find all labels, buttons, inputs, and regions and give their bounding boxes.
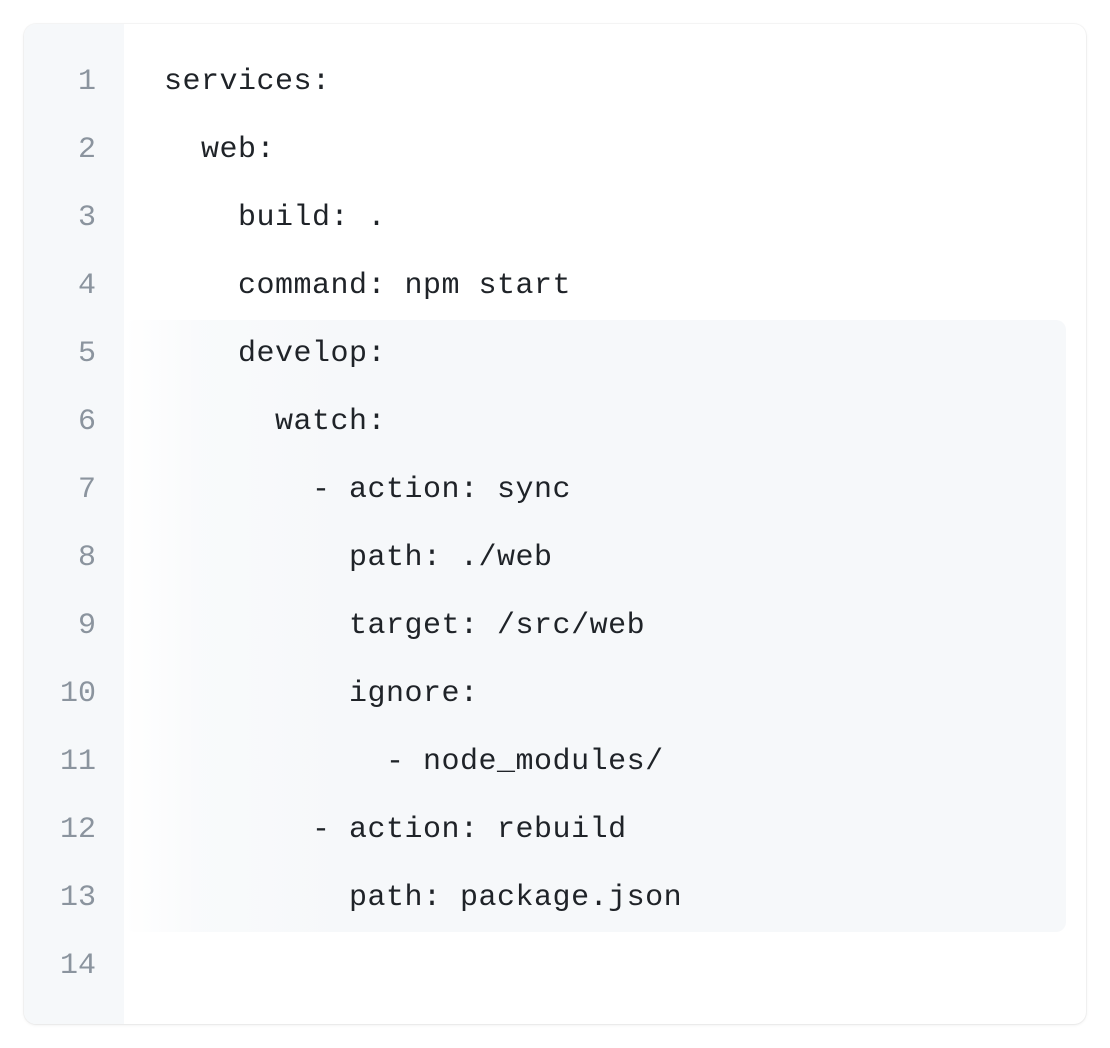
code-line: develop: [164, 320, 1066, 388]
code-line: watch: [164, 388, 1066, 456]
line-number: 13 [24, 864, 124, 932]
line-number: 5 [24, 320, 124, 388]
code-line [164, 932, 1066, 1000]
code-content: services: web: build: . command: npm sta… [164, 48, 1066, 1000]
line-number: 6 [24, 388, 124, 456]
line-number: 4 [24, 252, 124, 320]
line-number: 1 [24, 48, 124, 116]
code-line: build: . [164, 184, 1066, 252]
line-number: 8 [24, 524, 124, 592]
line-number: 12 [24, 796, 124, 864]
line-number: 14 [24, 932, 124, 1000]
code-line: web: [164, 116, 1066, 184]
code-line: path: ./web [164, 524, 1066, 592]
line-number: 7 [24, 456, 124, 524]
code-block: 1 2 3 4 5 6 7 8 9 10 11 12 13 14 service… [24, 24, 1086, 1024]
code-line: target: /src/web [164, 592, 1066, 660]
code-line: - action: sync [164, 456, 1066, 524]
line-number-gutter: 1 2 3 4 5 6 7 8 9 10 11 12 13 14 [24, 24, 124, 1024]
line-number: 2 [24, 116, 124, 184]
code-line: services: [164, 48, 1066, 116]
code-line: - node_modules/ [164, 728, 1066, 796]
code-line: - action: rebuild [164, 796, 1066, 864]
line-number: 3 [24, 184, 124, 252]
line-number: 11 [24, 728, 124, 796]
code-area[interactable]: services: web: build: . command: npm sta… [124, 24, 1086, 1024]
code-line: ignore: [164, 660, 1066, 728]
line-number: 10 [24, 660, 124, 728]
code-line: command: npm start [164, 252, 1066, 320]
line-number: 9 [24, 592, 124, 660]
code-line: path: package.json [164, 864, 1066, 932]
